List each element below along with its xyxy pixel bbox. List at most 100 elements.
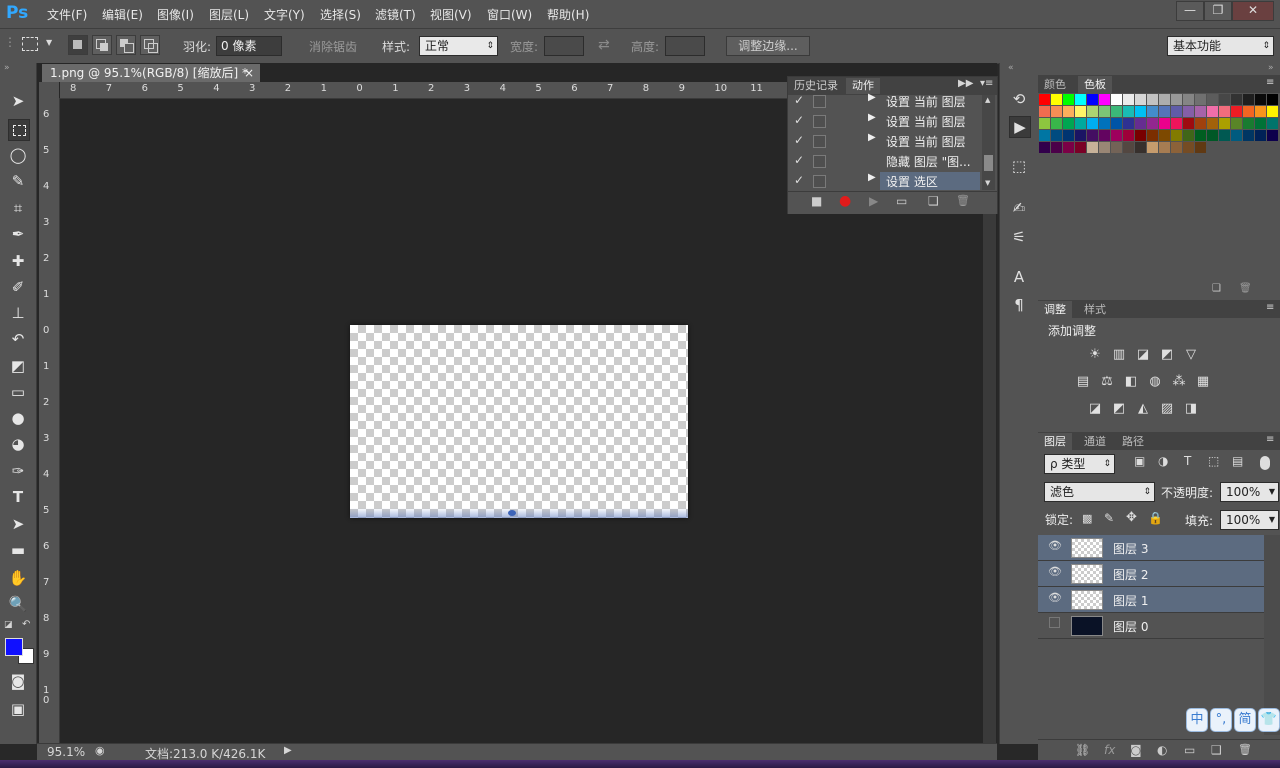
color-swatch[interactable]: [1075, 94, 1086, 105]
color-swatch[interactable]: [1111, 106, 1122, 117]
opacity-input[interactable]: 100% ▼: [1220, 482, 1279, 502]
minimize-button[interactable]: —: [1176, 1, 1204, 21]
check-icon[interactable]: ✓: [794, 133, 804, 147]
color-swatch[interactable]: [1051, 118, 1062, 129]
zoom-level[interactable]: 95.1%: [47, 745, 85, 759]
color-swatch[interactable]: [1195, 142, 1206, 153]
new-selection-icon[interactable]: [68, 35, 88, 55]
workspace-select[interactable]: 基本功能 ⇕: [1167, 36, 1274, 56]
color-swatch[interactable]: [1099, 118, 1110, 129]
channel-mixer-icon[interactable]: ⁂: [1171, 374, 1187, 390]
color-swatch[interactable]: [1039, 94, 1050, 105]
color-swatch[interactable]: [1183, 142, 1194, 153]
tab-channels[interactable]: 通道: [1078, 433, 1112, 450]
tab-color[interactable]: 颜色: [1038, 76, 1072, 93]
action-row[interactable]: ✓ ▶ 设置 选区: [788, 171, 981, 191]
panel-menu-icon[interactable]: ≡: [1266, 77, 1274, 88]
layer-row[interactable]: 👁 图层 2: [1038, 561, 1264, 587]
color-swatch[interactable]: [1135, 106, 1146, 117]
chevron-down-icon[interactable]: ▼: [46, 38, 52, 47]
link-icon[interactable]: ⛓: [1075, 743, 1090, 757]
lock-image-icon[interactable]: ✎: [1104, 511, 1114, 525]
color-swatch[interactable]: [1255, 118, 1266, 129]
width-input[interactable]: [544, 36, 584, 56]
color-swatch[interactable]: [1219, 106, 1230, 117]
fill-input[interactable]: 100% ▼: [1220, 510, 1279, 530]
scroll-thumb[interactable]: [984, 155, 993, 171]
menu-filter[interactable]: 滤镜(T): [375, 6, 416, 23]
new-layer-icon[interactable]: ❑: [1211, 743, 1222, 757]
color-swatch[interactable]: [1063, 94, 1074, 105]
color-swatch[interactable]: [1087, 142, 1098, 153]
menu-layer[interactable]: 图层(L): [209, 6, 249, 23]
3d-panel-icon[interactable]: ⬚: [1009, 156, 1029, 176]
color-swatch[interactable]: [1231, 130, 1242, 141]
check-icon[interactable]: ✓: [794, 173, 804, 187]
color-swatch[interactable]: [1219, 118, 1230, 129]
color-swatch[interactable]: [1195, 118, 1206, 129]
color-swatch[interactable]: [1231, 106, 1242, 117]
layer-row[interactable]: 图层 0: [1038, 613, 1264, 639]
color-swatch[interactable]: [1207, 94, 1218, 105]
status-menu-icon[interactable]: ◉: [95, 744, 105, 757]
color-swatch[interactable]: [1195, 130, 1206, 141]
history-brush-tool-icon[interactable]: ↶: [8, 329, 28, 349]
color-swatch[interactable]: [1147, 142, 1158, 153]
dialog-toggle-box[interactable]: [813, 115, 826, 128]
gradient-map-icon[interactable]: ▨: [1159, 401, 1175, 417]
color-swatch[interactable]: [1039, 130, 1050, 141]
actions-panel-icon[interactable]: ▶: [1009, 116, 1031, 138]
color-swatch[interactable]: [1255, 106, 1266, 117]
document-tab[interactable]: 1.png @ 95.1%(RGB/8) [缩放后] * ×: [42, 64, 260, 82]
dialog-toggle-box[interactable]: [813, 155, 826, 168]
quick-mask-icon[interactable]: ◙: [8, 671, 28, 691]
vertical-ruler[interactable]: 65432101234567891 0: [39, 98, 60, 743]
healing-brush-tool-icon[interactable]: ✚: [8, 251, 28, 271]
color-swatch[interactable]: [1171, 130, 1182, 141]
filter-adjust-icon[interactable]: ◑: [1158, 454, 1168, 468]
action-row[interactable]: ✓ ▶ 设置 当前 图层: [788, 111, 981, 131]
color-swatch[interactable]: [1159, 94, 1170, 105]
color-swatch[interactable]: [1123, 142, 1134, 153]
canvas[interactable]: [350, 325, 688, 518]
layer-name[interactable]: 图层 0: [1113, 618, 1148, 635]
menu-edit[interactable]: 编辑(E): [102, 6, 143, 23]
menu-view[interactable]: 视图(V): [430, 6, 472, 23]
blur-tool-icon[interactable]: ●: [8, 408, 28, 428]
filter-type-icon[interactable]: T: [1184, 454, 1191, 468]
color-swatch[interactable]: [1099, 106, 1110, 117]
panel-menu-icon[interactable]: ≡: [1266, 302, 1274, 313]
color-swatch[interactable]: [1051, 106, 1062, 117]
style-select[interactable]: 正常 ⇕: [419, 36, 498, 56]
check-icon[interactable]: ✓: [794, 93, 804, 107]
character-panel-icon[interactable]: A: [1009, 267, 1029, 287]
color-swatch[interactable]: [1123, 106, 1134, 117]
color-swatch[interactable]: [1171, 118, 1182, 129]
color-swatch[interactable]: [1171, 142, 1182, 153]
stop-icon[interactable]: ■: [811, 194, 822, 208]
color-swatch[interactable]: [1147, 94, 1158, 105]
levels-icon[interactable]: ▥: [1111, 347, 1127, 363]
brush-presets-icon[interactable]: ⚟: [1009, 227, 1029, 247]
color-swatch[interactable]: [1159, 106, 1170, 117]
action-row[interactable]: ✓ ▶ 设置 当前 图层: [788, 91, 981, 111]
color-swatch[interactable]: [1087, 118, 1098, 129]
filter-shape-icon[interactable]: ⬚: [1208, 454, 1219, 468]
panel-collapse-icon[interactable]: ▶▶: [958, 78, 973, 89]
ime-simplified-button[interactable]: 简: [1234, 708, 1256, 732]
color-swatch[interactable]: [1255, 94, 1266, 105]
dialog-toggle-box[interactable]: [813, 135, 826, 148]
color-swatch[interactable]: [1219, 130, 1230, 141]
layer-thumbnail[interactable]: [1071, 590, 1103, 610]
dialog-toggle-box[interactable]: [813, 175, 826, 188]
color-swatch[interactable]: [1159, 118, 1170, 129]
new-swatch-icon[interactable]: ❑: [1212, 283, 1221, 294]
subtract-selection-icon[interactable]: [116, 35, 136, 55]
dialog-toggle-box[interactable]: [813, 95, 826, 108]
pen-tool-icon[interactable]: ✑: [8, 461, 28, 481]
ime-chinese-button[interactable]: 中: [1186, 708, 1208, 732]
color-swatch[interactable]: [1207, 106, 1218, 117]
history-panel-icon[interactable]: ⟲: [1009, 89, 1029, 109]
posterize-icon[interactable]: ◩: [1111, 401, 1127, 417]
color-swatch[interactable]: [1063, 118, 1074, 129]
